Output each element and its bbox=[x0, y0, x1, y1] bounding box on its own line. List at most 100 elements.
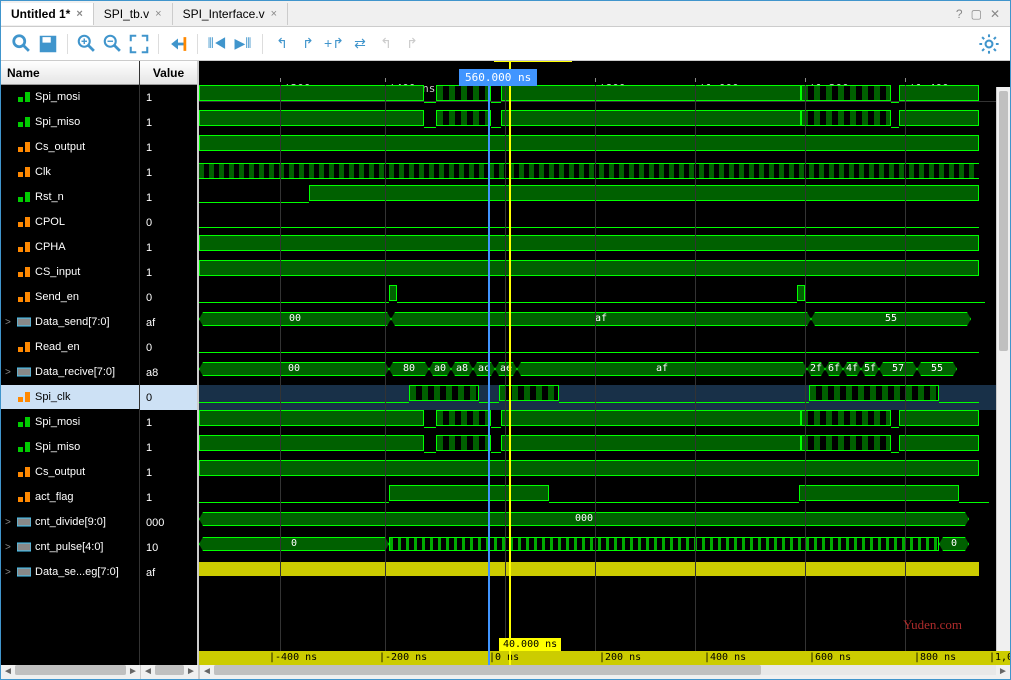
signal-row[interactable]: Read_en bbox=[1, 335, 139, 360]
wave-row[interactable] bbox=[199, 110, 1010, 135]
wave-row[interactable] bbox=[199, 135, 1010, 160]
wave-row[interactable] bbox=[199, 460, 1010, 485]
signal-value: 0 bbox=[140, 210, 197, 235]
signal-row[interactable]: Spi_miso bbox=[1, 435, 139, 460]
signal-name: CPHA bbox=[35, 241, 66, 253]
wave-row[interactable]: 00af55 bbox=[199, 310, 1010, 335]
gear-icon[interactable] bbox=[978, 33, 1000, 55]
zoom-fit-icon[interactable] bbox=[128, 33, 150, 55]
expand-icon[interactable]: > bbox=[5, 567, 17, 578]
signal-name: Rst_n bbox=[35, 191, 64, 203]
go-start-icon[interactable]: ⦀◀ bbox=[206, 33, 228, 55]
signal-row[interactable]: > cnt_divide[9:0] bbox=[1, 510, 139, 535]
signal-icon bbox=[17, 516, 31, 528]
signal-row[interactable]: Cs_output bbox=[1, 135, 139, 160]
wave-row[interactable] bbox=[199, 285, 1010, 310]
tab-spi-interface[interactable]: SPI_Interface.v × bbox=[173, 3, 288, 25]
scroll-left-icon[interactable]: ◄ bbox=[141, 665, 155, 679]
name-hscroll[interactable] bbox=[15, 665, 126, 675]
signal-name: act_flag bbox=[35, 491, 74, 503]
scroll-right-icon[interactable]: ► bbox=[996, 665, 1010, 679]
zoom-in-icon[interactable] bbox=[76, 33, 98, 55]
wave-hscroll[interactable] bbox=[214, 665, 996, 675]
signal-value: af bbox=[140, 560, 197, 585]
signal-row[interactable]: > Data_se...eg[7:0] bbox=[1, 560, 139, 585]
signal-row[interactable]: Clk bbox=[1, 160, 139, 185]
signal-icon bbox=[17, 391, 31, 403]
close-icon[interactable]: × bbox=[76, 8, 82, 20]
signal-row[interactable]: > Data_recive[7:0] bbox=[1, 360, 139, 385]
signal-row[interactable]: Cs_output bbox=[1, 460, 139, 485]
wave-row[interactable] bbox=[199, 410, 1010, 435]
signal-row[interactable]: Send_en bbox=[1, 285, 139, 310]
signal-row[interactable]: > cnt_pulse[4:0] bbox=[1, 535, 139, 560]
signal-row[interactable]: Spi_miso bbox=[1, 110, 139, 135]
close-icon[interactable]: × bbox=[271, 8, 277, 20]
wave-row[interactable] bbox=[199, 85, 1010, 110]
next-trans-icon[interactable]: ↱ bbox=[297, 33, 319, 55]
signal-row[interactable]: CPHA bbox=[1, 235, 139, 260]
search-icon[interactable] bbox=[11, 33, 33, 55]
scroll-right-icon[interactable]: ► bbox=[184, 665, 198, 679]
scroll-left-icon[interactable]: ◄ bbox=[1, 665, 15, 679]
expand-icon[interactable]: > bbox=[5, 367, 17, 378]
signal-row[interactable]: CS_input bbox=[1, 260, 139, 285]
expand-icon[interactable]: > bbox=[5, 542, 17, 553]
signal-name: Send_en bbox=[35, 291, 79, 303]
tab-spi-tb[interactable]: SPI_tb.v × bbox=[94, 3, 173, 25]
signal-icon bbox=[17, 241, 31, 253]
signal-value: 000 bbox=[140, 510, 197, 535]
signal-name: Read_en bbox=[35, 341, 80, 353]
signal-row[interactable]: > Data_send[7:0] bbox=[1, 310, 139, 335]
scroll-right-icon[interactable]: ► bbox=[126, 665, 140, 679]
wave-row[interactable] bbox=[199, 335, 1010, 360]
scroll-left-icon[interactable]: ◄ bbox=[200, 665, 214, 679]
zoom-out-icon[interactable] bbox=[102, 33, 124, 55]
close-icon[interactable]: × bbox=[155, 8, 161, 20]
vertical-scrollbar[interactable] bbox=[996, 87, 1010, 651]
wave-row[interactable] bbox=[199, 260, 1010, 285]
close-panel-icon[interactable]: ✕ bbox=[990, 7, 1000, 21]
waveform-panel[interactable]: 600.000 ns |200 ns|400 ns|600 ns|800 ns|… bbox=[199, 61, 1010, 665]
help-icon[interactable]: ? bbox=[956, 7, 963, 21]
secondary-ruler[interactable]: |-400 ns|-200 ns|0 ns|200 ns|400 ns|600 … bbox=[199, 651, 1010, 665]
signal-row[interactable]: Spi_mosi bbox=[1, 410, 139, 435]
tab-label: Untitled 1* bbox=[11, 7, 70, 21]
expand-icon[interactable]: > bbox=[5, 517, 17, 528]
go-cursor-icon[interactable] bbox=[167, 33, 189, 55]
wave-row[interactable] bbox=[199, 385, 1010, 410]
expand-icon[interactable]: > bbox=[5, 317, 17, 328]
signal-value: 0 bbox=[140, 385, 197, 410]
wave-row[interactable]: 00 bbox=[199, 535, 1010, 560]
signal-icon bbox=[17, 191, 31, 203]
wave-row[interactable]: 000 bbox=[199, 510, 1010, 535]
wave-row[interactable] bbox=[199, 485, 1010, 510]
signal-row[interactable]: act_flag bbox=[1, 485, 139, 510]
signal-name: cnt_divide[9:0] bbox=[35, 516, 106, 528]
prev-trans-icon[interactable]: ↰ bbox=[271, 33, 293, 55]
tab-untitled[interactable]: Untitled 1* × bbox=[1, 3, 94, 25]
wave-row[interactable] bbox=[199, 560, 1010, 585]
signal-row[interactable]: Spi_mosi bbox=[1, 85, 139, 110]
signal-name: Spi_mosi bbox=[35, 416, 80, 428]
add-marker-icon[interactable]: +↱ bbox=[323, 33, 345, 55]
wave-row[interactable] bbox=[199, 185, 1010, 210]
signal-row[interactable]: Rst_n bbox=[1, 185, 139, 210]
go-end-icon[interactable]: ▶⦀ bbox=[232, 33, 254, 55]
wave-row[interactable] bbox=[199, 235, 1010, 260]
wave-row[interactable] bbox=[199, 160, 1010, 185]
maximize-icon[interactable]: ▢ bbox=[971, 7, 982, 21]
signal-icon bbox=[17, 491, 31, 503]
signal-row[interactable]: CPOL bbox=[1, 210, 139, 235]
save-icon[interactable] bbox=[37, 33, 59, 55]
wave-body[interactable]: 00af55 0080a0a8acaeaf2f6f4f5f5755 00000 bbox=[199, 85, 1010, 651]
value-hscroll[interactable] bbox=[155, 665, 184, 675]
swap-icon[interactable]: ⇄ bbox=[349, 33, 371, 55]
cursor-yellow[interactable] bbox=[509, 61, 511, 665]
wave-row[interactable]: 0080a0a8acaeaf2f6f4f5f5755 bbox=[199, 360, 1010, 385]
wave-row[interactable] bbox=[199, 435, 1010, 460]
wave-row[interactable] bbox=[199, 210, 1010, 235]
cursor-blue[interactable] bbox=[488, 85, 490, 665]
signal-row[interactable]: Spi_clk bbox=[1, 385, 139, 410]
signal-name: Cs_output bbox=[35, 141, 85, 153]
